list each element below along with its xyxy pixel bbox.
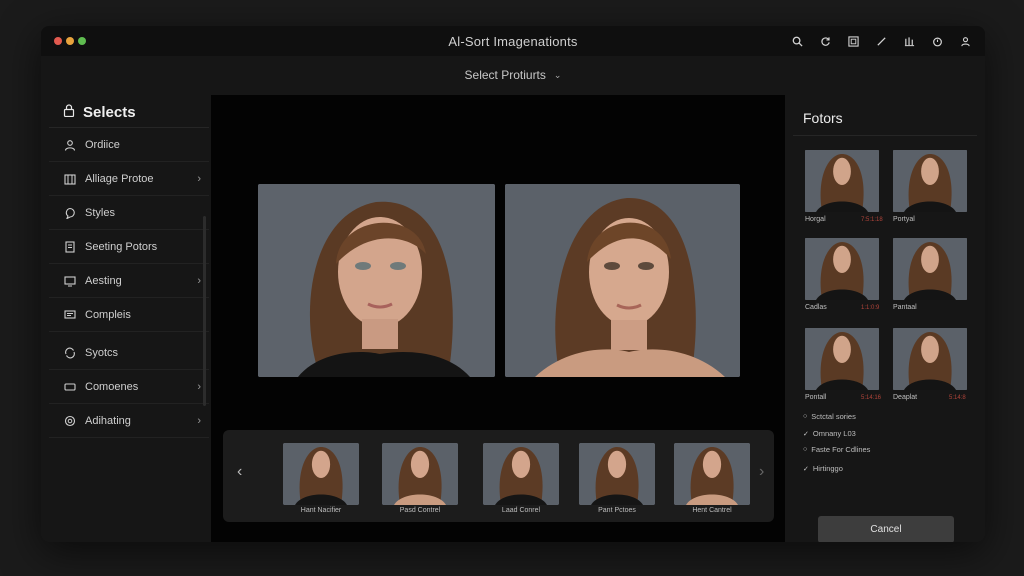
chevron-down-icon: ⌄ [553,69,562,80]
chevron-right-icon[interactable]: › [759,463,764,481]
sidebar-item-label: Syotcs [85,346,119,359]
portrait-photo-left[interactable] [258,184,495,377]
search-icon[interactable] [789,33,805,49]
right-panel-title: Fotors [793,98,977,136]
person-icon [63,138,77,152]
sidebar-item[interactable]: Compleis [49,298,209,332]
grid-photo-tag: 1:1:0:9 [861,305,880,311]
chevron-left-icon[interactable]: ‹ [237,463,242,481]
filmstrip-caption: Pant Pctoes [598,507,636,514]
pen-icon[interactable] [873,33,889,49]
grid-photo[interactable] [893,150,967,212]
bubble-icon [63,206,77,220]
sidebar-item[interactable]: Styles [49,196,209,230]
sidebar-item[interactable]: Syotcs [49,336,209,370]
check-icon: ✓ [803,465,809,473]
filmstrip-thumbnail[interactable] [283,443,359,505]
grid-photo[interactable] [805,238,879,300]
filmstrip: ‹ › Hant Nacifier Pasd Contrel Laad Conrel… [223,430,774,522]
message-icon [63,308,77,322]
option-marker-icon: ○ [803,413,808,420]
refresh-icon[interactable] [817,33,833,49]
sidebar-item-label: Aesting [85,274,122,287]
image-viewer: ‹ › Hant Nacifier Pasd Contrel Laad Conrel… [211,95,785,542]
rectangle-icon [63,380,77,394]
select-products-dropdown[interactable]: Select Protiurts ⌄ [465,68,562,82]
sidebar-item-label: Comoenes [85,380,139,393]
gallery-icon [63,172,77,186]
chevron-right-icon: › [197,380,201,393]
user-icon[interactable] [957,33,973,49]
sidebar-item[interactable]: Aesting › [49,264,209,298]
select-bar: Select Protiurts ⌄ [41,56,985,94]
lock-icon [63,104,75,121]
grid-photo-caption: Deaplat [893,394,918,401]
option-label: Sctctal sories [811,412,856,421]
grid-photo-caption: Pantaal [893,304,917,311]
right-panel: Fotors Horgal 7:5:1:18 Portyal Cadlas 1:1:0:… [793,98,977,542]
filmstrip-caption: Laad Conrel [501,507,541,514]
chevron-right-icon: › [197,274,201,287]
timer-icon[interactable] [929,33,945,49]
filmstrip-caption: Pasd Contrel [399,507,441,514]
option-checkbox-label: Hirtinggo [812,464,843,473]
document-icon [63,240,77,254]
grid-photo[interactable] [805,150,879,212]
filmstrip-caption: Hent Cantrel [692,507,732,514]
sidebar-item[interactable]: Comoenes › [49,370,209,404]
sidebar-item-label: Compleis [85,308,131,321]
grid-photo-tag: 7:5:1:18 [861,217,883,223]
sidebar-item-label: Ordiice [85,138,120,151]
title-bar: Al-Sort Imagenationts [41,26,985,56]
option-item[interactable]: ○ Sctctal sories [803,412,856,421]
option-label: Omnany L03 [812,429,856,438]
sidebar-item[interactable]: Alliage Protoe › [49,162,209,196]
grid-photo-caption: Horgal [805,216,826,223]
portrait-photo-right[interactable] [505,184,740,377]
filmstrip-thumbnail[interactable] [579,443,655,505]
sidebar-item-label: Alliage Protoe [85,172,154,185]
grid-photo[interactable] [893,238,967,300]
grid-photo[interactable] [805,328,879,390]
filmstrip-thumbnail[interactable] [382,443,458,505]
badge-icon [63,414,77,428]
option-checkbox[interactable]: ✓ Hirtinggo [803,464,843,473]
sidebar-item[interactable]: Adihating › [49,404,209,438]
sidebar-item-label: Seeting Potors [85,240,158,253]
sidebar-item-label: Styles [85,206,115,219]
grid-photo-caption: Portyal [893,216,915,223]
filmstrip-thumbnail[interactable] [483,443,559,505]
chevron-right-icon: › [197,414,201,427]
option-item[interactable]: ✓ Omnany L03 [803,429,856,438]
option-marker-icon: ○ [803,446,808,453]
chevron-right-icon: › [197,172,201,185]
sidebar-list: Ordiice Alliage Protoe › Styles Seeting Poto… [49,128,209,438]
option-marker-icon: ✓ [803,430,809,438]
grid-photo[interactable] [893,328,967,390]
filmstrip-thumbnail[interactable] [674,443,750,505]
screen-icon [63,274,77,288]
sidebar-scrollbar[interactable] [203,216,206,406]
grid-photo-caption: Pontall [805,394,827,401]
sync-icon [63,346,77,360]
sidebar-title: Selects [83,104,136,121]
sidebar-item[interactable]: Seeting Potors [49,230,209,264]
sidebar-item[interactable]: Ordiice [49,128,209,162]
bars-icon[interactable] [901,33,917,49]
option-label: Faste For Cdlines [811,445,871,454]
grid-photo-tag: 5:14:16 [861,395,882,401]
sidebar: Selects Ordiice Alliage Protoe › Styles Seet… [49,98,209,458]
sidebar-item-label: Adihating [85,414,131,427]
app-window: Al-Sort Imagenationts Select Protiurts ⌄… [41,26,985,542]
toolbar-icons [789,33,973,49]
cancel-button[interactable]: Cancel [818,516,954,542]
grid-photo-caption: Cadlas [805,304,827,311]
grid-icon[interactable] [845,33,861,49]
grid-photo-tag: 5:14:8 [949,395,966,401]
select-label: Select Protiurts [464,68,546,82]
filmstrip-caption: Hant Nacifier [300,507,342,514]
sidebar-header: Selects [49,98,209,128]
option-item[interactable]: ○ Faste For Cdlines [803,445,870,454]
